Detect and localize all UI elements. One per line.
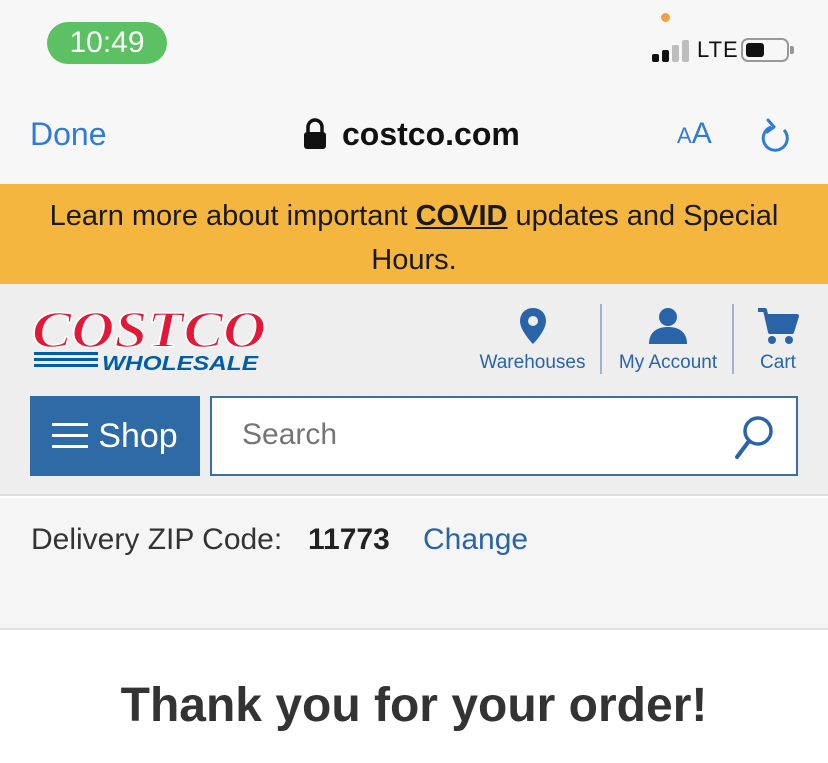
shop-menu-button[interactable]: Shop	[30, 396, 200, 476]
url-text: costco.com	[342, 115, 520, 152]
costco-logo[interactable]: COSTCO WHOLESALE	[30, 302, 270, 374]
cart-icon	[758, 308, 799, 344]
address-bar[interactable]: costco.com	[300, 114, 520, 154]
covid-link[interactable]: COVID	[416, 200, 508, 232]
search-bar[interactable]	[210, 396, 798, 476]
shop-label: Shop	[98, 416, 178, 455]
logo-subtext: WHOLESALE	[102, 353, 259, 374]
browser-toolbar: Done costco.com AA	[0, 84, 828, 184]
nav-divider	[600, 304, 602, 374]
nav-divider	[732, 304, 734, 374]
order-confirmation-heading: Thank you for your order!	[120, 679, 708, 732]
warehouses-label: Warehouses	[479, 352, 586, 373]
privacy-indicator-dot	[661, 13, 670, 22]
warehouses-link[interactable]: Warehouses	[476, 306, 589, 374]
network-type: LTE	[697, 37, 739, 62]
change-zip-link[interactable]: Change	[423, 523, 528, 557]
status-bar: 10:49 LTE	[0, 0, 828, 84]
delivery-zip-row: Delivery ZIP Code: 11773 Change	[0, 498, 828, 630]
text-size-button[interactable]: AA	[677, 117, 712, 151]
signal-strength-icon	[652, 38, 692, 62]
zip-value: 11773	[308, 523, 390, 556]
user-icon	[649, 308, 687, 344]
status-time[interactable]: 10:49	[47, 22, 167, 64]
done-button[interactable]: Done	[30, 116, 107, 153]
my-account-label: My Account	[618, 352, 718, 373]
search-input[interactable]	[242, 418, 702, 452]
reload-icon[interactable]	[757, 116, 793, 156]
location-pin-icon	[519, 308, 546, 344]
battery-icon	[741, 38, 794, 62]
my-account-link[interactable]: My Account	[612, 306, 724, 374]
site-header: COSTCO WHOLESALE Warehouses My Account C…	[0, 284, 828, 496]
cart-label: Cart	[760, 352, 796, 373]
logo-wordmark: COSTCO	[32, 302, 266, 359]
lock-icon	[304, 118, 326, 149]
cart-link[interactable]: Cart	[750, 306, 806, 374]
banner-text-prefix: Learn more about important	[49, 200, 416, 232]
hamburger-icon	[52, 421, 89, 451]
search-icon[interactable]	[732, 414, 776, 462]
covid-banner: Learn more about important COVID updates…	[0, 184, 828, 284]
zip-label: Delivery ZIP Code:	[31, 523, 283, 556]
